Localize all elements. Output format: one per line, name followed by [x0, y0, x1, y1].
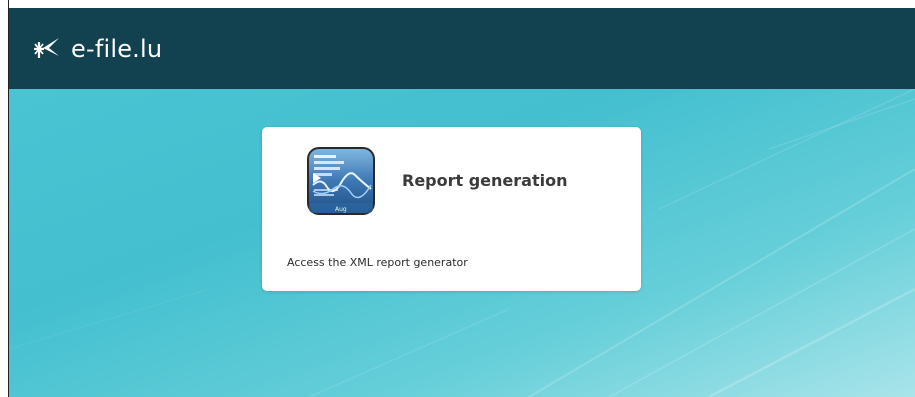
- card-title: Report generation: [402, 171, 568, 190]
- report-generation-card[interactable]: Aug Report generation Access the XML rep…: [262, 127, 641, 291]
- brand-name: e-file.lu: [71, 34, 163, 63]
- card-description: Access the XML report generator: [287, 256, 468, 269]
- top-header-bar: e-file.lu: [9, 8, 915, 89]
- report-chart-icon: Aug: [305, 145, 377, 217]
- hero-background: Aug Report generation Access the XML rep…: [9, 89, 915, 397]
- home-logo-link[interactable]: e-file.lu: [31, 35, 162, 63]
- efile-logo-icon: [31, 35, 61, 63]
- svg-text:Aug: Aug: [335, 206, 347, 213]
- app-frame: e-file.lu Aug Report generation Access t…: [8, 0, 915, 397]
